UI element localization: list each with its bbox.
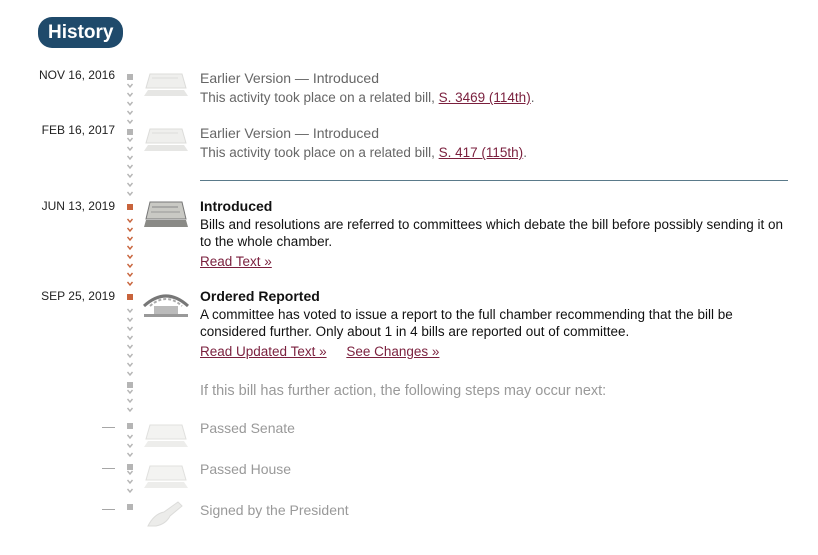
event-links: Read Text » [200,254,288,269]
timeline-chevron [126,245,134,251]
event-title: Introduced [200,198,273,214]
timeline-chevron [126,263,134,269]
future-step-title: Passed House [200,461,292,477]
timeline-chevron [126,443,134,449]
timeline-chevron [126,191,134,197]
timeline-chevron [126,281,134,287]
event-desc-suffix: . [523,145,527,160]
timeline-chevron [126,92,134,98]
future-step-title: Signed by the President [200,502,349,518]
document-stack-icon [144,128,188,151]
document-stack-icon [144,201,188,227]
future-dash: — [102,419,115,434]
timeline-chevron [126,344,134,350]
timeline-node [127,504,133,510]
timeline-chevron [126,362,134,368]
timeline-track [126,74,134,510]
timeline-chevron [126,452,134,458]
event-date: FEB 16, 2017 [41,123,115,137]
event-title: Ordered Reported [200,288,320,304]
event-title: Earlier Version — Introduced [200,125,379,141]
timeline-chevron [126,335,134,341]
future-dash: — [102,460,115,475]
event-date: NOV 16, 2016 [38,68,115,82]
committee-chamber-icon [142,294,190,317]
event-title: Earlier Version — Introduced [200,70,379,86]
timeline-node [127,423,133,429]
timeline-chevron [126,308,134,314]
timeline-chevron [126,272,134,278]
timeline-chevron [126,155,134,161]
timeline-chevron [126,434,134,440]
timeline-chevron [126,173,134,179]
signing-hand-icon [147,501,183,527]
timeline-chevron [126,182,134,188]
document-stack-icon [144,424,188,447]
event-date: JUN 13, 2019 [41,199,115,213]
timeline-node [127,464,133,470]
event-desc-suffix: . [530,90,535,105]
timeline-chevron [126,488,134,494]
timeline-chevron [126,101,134,107]
event-description: This activity took place on a related bi… [200,89,534,106]
timeline-chevron [126,146,134,152]
timeline-chevron [126,317,134,323]
see-changes-link[interactable]: See Changes » [346,344,439,359]
timeline-chevron [126,389,134,395]
event-description: A committee has voted to issue a report … [200,307,733,339]
timeline-chevron [126,353,134,359]
timeline-node [127,382,133,388]
read-text-link[interactable]: Read Text » [200,254,272,269]
timeline-chevron [126,236,134,242]
timeline-chevron [126,110,134,116]
event-description: This activity took place on a related bi… [200,144,527,161]
read-updated-text-link[interactable]: Read Updated Text » [200,344,327,359]
future-steps-note: If this bill has further action, the fol… [200,383,607,399]
event-description: Bills and resolutions are referred to co… [200,217,784,249]
timeline-chevron [126,407,134,413]
event-date: SEP 25, 2019 [41,289,115,303]
future-dash: — [102,501,115,516]
timeline-chevron [126,326,134,332]
timeline-chevron [126,254,134,260]
event-desc-text: This activity took place on a related bi… [200,145,439,160]
timeline-chevron [126,119,134,125]
timeline-chevron [126,164,134,170]
related-bill-link[interactable]: S. 417 (115th) [439,145,524,160]
timeline-chevron [126,398,134,404]
event-links: Read Updated Text » See Changes » [200,344,455,359]
timeline-chevron [126,371,134,377]
timeline-chevron [126,83,134,89]
document-stack-icon [144,73,188,96]
timeline-node [127,129,133,135]
timeline-chevron [126,137,134,143]
timeline-chevron [126,218,134,224]
event-desc-text: This activity took place on a related bi… [200,90,439,105]
future-step-title: Passed Senate [200,420,295,436]
timeline-chevron [126,470,134,476]
timeline-node [127,204,133,210]
timeline-chevron [126,227,134,233]
timeline-node [127,74,133,80]
related-bill-link[interactable]: S. 3469 (114th) [439,90,531,105]
timeline-chevron [126,479,134,485]
timeline-node [127,294,133,300]
history-heading: History [38,17,124,48]
document-stack-icon [144,465,188,488]
section-divider [200,180,788,181]
